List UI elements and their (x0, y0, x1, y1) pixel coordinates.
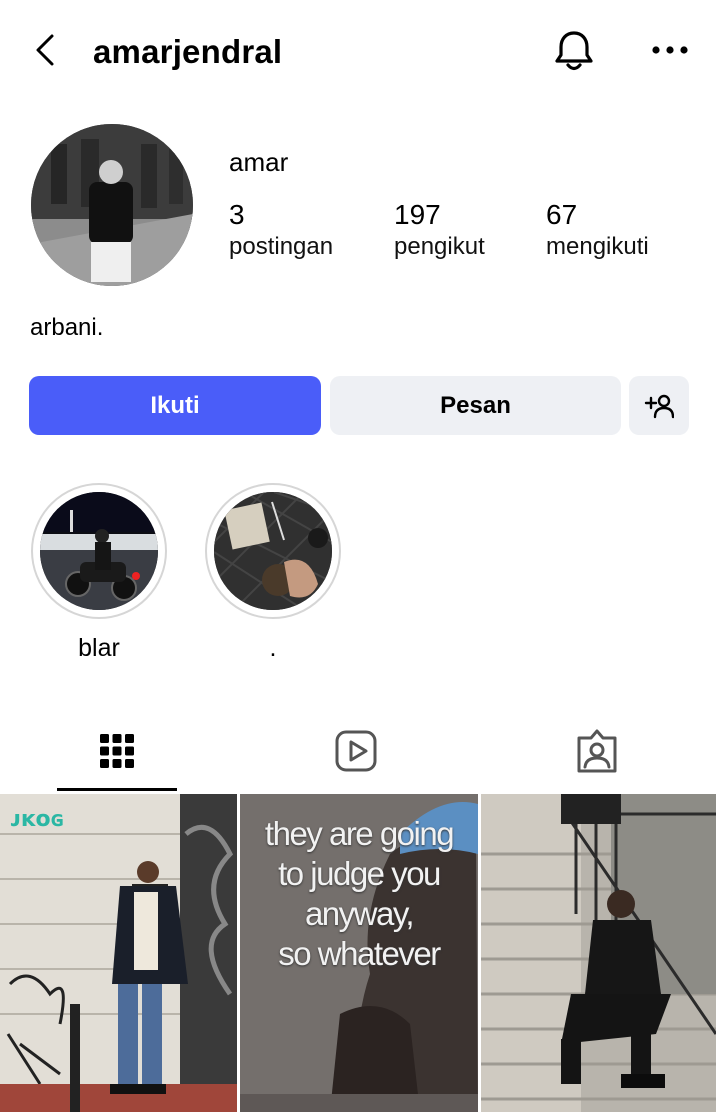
tagged-user-icon (577, 729, 617, 773)
bio-text: arbani. (30, 314, 104, 341)
display-name: amar (229, 147, 289, 177)
tab-reels[interactable] (331, 726, 381, 776)
header-username: amarjendral (93, 33, 283, 70)
notifications-button[interactable] (552, 28, 596, 74)
highlight-label: blar (78, 634, 120, 662)
svg-text:ᴊᴋᴏɢ: ᴊᴋᴏɢ (10, 807, 64, 832)
stat-followers-label: pengikut (394, 233, 485, 260)
highlight-ring (31, 483, 167, 619)
follow-button[interactable]: Ikuti (29, 376, 321, 435)
post-thumbnail[interactable] (481, 794, 716, 1112)
highlight-dot[interactable]: . (205, 483, 343, 663)
reels-icon (335, 730, 377, 772)
highlight-cover (40, 492, 158, 610)
post-overlay-text: they are going to judge you anyway, so w… (240, 814, 478, 974)
stat-posts-count: 3 (229, 199, 245, 230)
overlay-line: anyway, (304, 895, 415, 932)
overlay-line: so whatever (278, 935, 441, 972)
post-thumbnail[interactable]: ᴊᴋᴏɢ (0, 794, 237, 1112)
more-options-button[interactable] (648, 40, 692, 60)
highlight-ring (205, 483, 341, 619)
chevron-left-icon (36, 34, 54, 66)
grid-icon (100, 734, 134, 768)
highlight-blar[interactable]: blar (31, 483, 169, 663)
stat-following-count: 67 (546, 199, 578, 230)
active-tab-indicator (57, 788, 177, 791)
message-button[interactable]: Pesan (330, 376, 621, 435)
tab-tagged[interactable] (572, 726, 622, 776)
more-horizontal-icon (652, 46, 688, 54)
stat-followers[interactable]: 197 pengikut (394, 198, 485, 262)
add-person-icon (644, 394, 674, 418)
overlay-line: to judge you (278, 855, 441, 892)
highlight-cover (214, 492, 332, 610)
post-image-graffiti: ᴊᴋᴏɢ (0, 794, 237, 1112)
suggest-users-button[interactable] (629, 376, 689, 435)
stat-posts[interactable]: 3 postingan (229, 198, 333, 262)
post-thumbnail[interactable]: they are going to judge you anyway, so w… (240, 794, 478, 1112)
post-image-stairs (481, 794, 716, 1112)
avatar-photo (31, 124, 193, 286)
back-button[interactable] (30, 30, 64, 70)
overlay-line: they are going (264, 815, 455, 852)
highlight-label: . (269, 634, 277, 662)
stat-posts-label: postingan (229, 233, 334, 260)
bell-icon (555, 31, 593, 71)
avatar[interactable] (31, 124, 193, 286)
stat-following-label: mengikuti (546, 233, 649, 260)
tab-posts-grid[interactable] (92, 726, 142, 776)
stat-following[interactable]: 67 mengikuti (546, 198, 649, 262)
stat-followers-count: 197 (394, 199, 441, 230)
